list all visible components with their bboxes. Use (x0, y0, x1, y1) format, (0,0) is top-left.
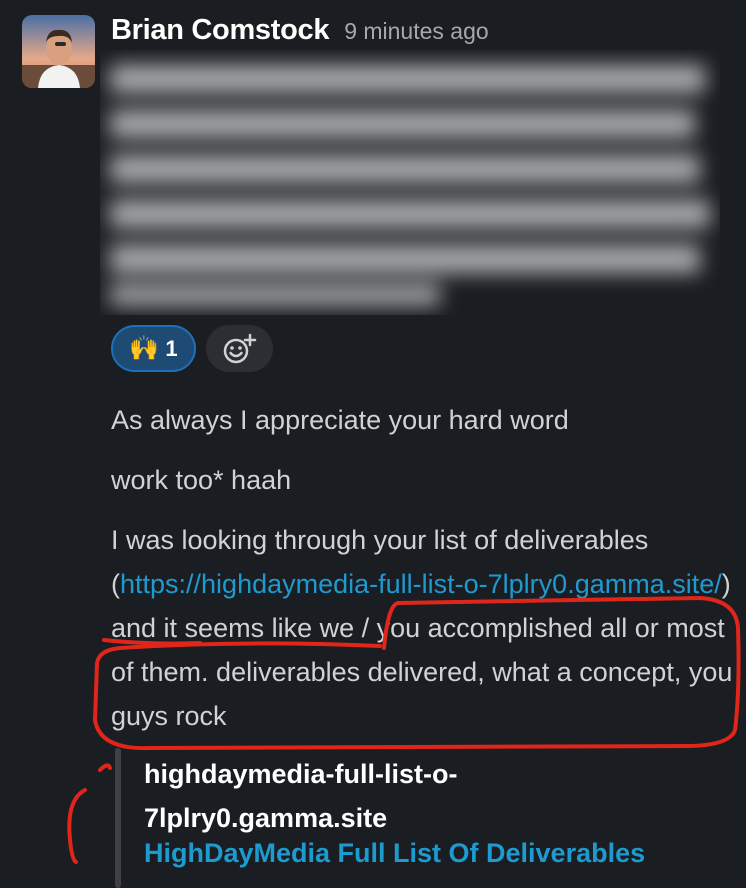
message-line: As always I appreciate your hard word (111, 405, 569, 435)
raised-hands-icon: 🙌 (129, 334, 160, 362)
add-emoji-icon (223, 333, 256, 363)
reaction-raised-hands[interactable]: 🙌 1 (111, 325, 196, 372)
message-timestamp[interactable]: 9 minutes ago (344, 18, 488, 45)
message-header: Brian Comstock 9 minutes ago (111, 14, 489, 52)
preview-accent-bar (115, 748, 121, 888)
link-preview[interactable]: highdaymedia-full-list-o-7lplry0.gamma.s… (115, 748, 735, 888)
add-reaction-button[interactable] (206, 325, 273, 372)
avatar[interactable] (22, 15, 95, 88)
deliverables-link[interactable]: https://highdaymedia-full-list-o-7lplry0… (120, 569, 722, 599)
author-name[interactable]: Brian Comstock (111, 14, 329, 47)
message-line: work too* haah (111, 465, 292, 495)
reactions-bar: 🙌 1 (111, 325, 273, 372)
preview-title-link[interactable]: HighDayMedia Full List Of Deliverables (144, 838, 645, 869)
blurred-message-content (100, 50, 720, 315)
message-line: I was looking through your list of deliv… (111, 518, 736, 738)
reaction-count: 1 (165, 335, 178, 361)
preview-site-name: highdaymedia-full-list-o-7lplry0.gamma.s… (144, 759, 458, 833)
